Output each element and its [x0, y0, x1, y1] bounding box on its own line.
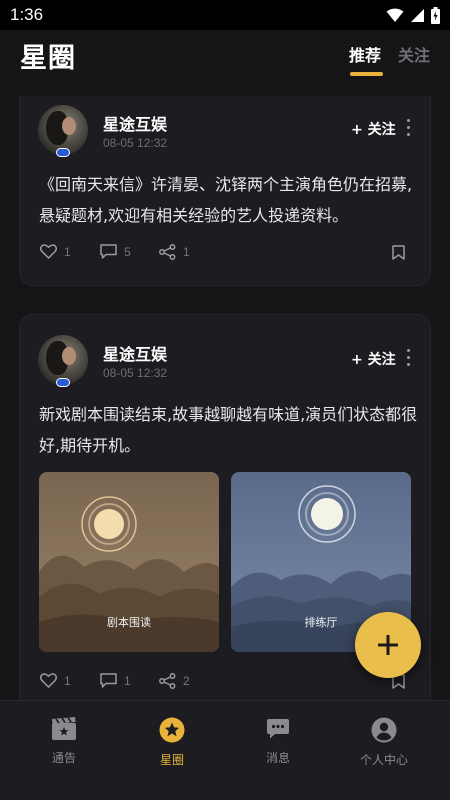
- comment-button[interactable]: 1: [100, 673, 131, 688]
- bookmark-icon[interactable]: [392, 245, 405, 260]
- post-time: 08-05 12:32: [103, 136, 168, 150]
- more-options-icon[interactable]: [405, 119, 411, 137]
- more-options-icon[interactable]: [405, 349, 411, 367]
- author-name[interactable]: 星途互娱: [103, 111, 167, 135]
- nav-item-profile[interactable]: 个人中心: [339, 717, 429, 768]
- post-text: 新戏剧本围读结束,故事越聊越有味道,演员们状态都很好,期待开机。: [39, 405, 418, 455]
- tab-recommend[interactable]: 推荐: [349, 42, 381, 66]
- heart-icon: [40, 244, 57, 259]
- share-icon: [159, 673, 176, 689]
- post-actions: 1 5 1: [20, 244, 432, 264]
- header: 星圈 推荐 关注: [0, 30, 450, 96]
- share-icon: [159, 244, 176, 260]
- heart-icon: [40, 673, 57, 688]
- chat-bubble-icon: [267, 719, 289, 739]
- create-post-button[interactable]: [355, 612, 421, 678]
- bottom-nav: 通告 星圈 消息 个人中心: [0, 700, 450, 800]
- share-button[interactable]: 1: [159, 244, 190, 260]
- comment-count: 1: [124, 673, 131, 688]
- image-caption: 剧本围读: [107, 616, 151, 629]
- comment-count: 5: [124, 244, 131, 259]
- post-image[interactable]: 剧本围读: [39, 472, 219, 652]
- plus-icon: [378, 635, 398, 655]
- post-time: 08-05 12:32: [103, 366, 168, 380]
- tab-follow[interactable]: 关注: [398, 42, 430, 66]
- battery-icon: [431, 6, 440, 24]
- nav-item-star-circle[interactable]: 星圈: [127, 717, 217, 768]
- status-bar: 1:36: [0, 0, 450, 30]
- page-title: 星圈: [20, 43, 76, 74]
- follow-button[interactable]: + 关注: [351, 349, 396, 369]
- cellular-signal-icon: [411, 8, 424, 22]
- share-count: 2: [183, 674, 190, 688]
- status-icons: [386, 6, 440, 24]
- post-actions: 1 1 2: [20, 673, 432, 693]
- post-text: 《回南天来信》许清晏、沈铎两个主演角色仍在招募,悬疑题材,欢迎有相关经验的艺人投…: [39, 175, 413, 225]
- nav-label: 个人中心: [359, 753, 408, 767]
- share-button[interactable]: 2: [159, 673, 190, 689]
- comment-icon: [100, 244, 117, 259]
- user-circle-icon: [371, 717, 397, 743]
- wifi-icon: [386, 8, 404, 22]
- verified-badge-icon: [56, 148, 70, 157]
- active-tab-indicator: [350, 72, 383, 76]
- clapperboard-icon: [52, 717, 76, 740]
- like-count: 1: [64, 244, 71, 259]
- nav-label: 星圈: [159, 753, 184, 767]
- verified-badge-icon: [56, 378, 70, 387]
- nav-label: 通告: [51, 751, 76, 765]
- follow-button[interactable]: + 关注: [351, 119, 396, 139]
- like-count: 1: [64, 673, 71, 688]
- feed[interactable]: 星途互娱 08-05 12:32 + 关注 《回南天来信》许清晏、沈铎两个主演角…: [0, 96, 450, 700]
- nav-label: 消息: [265, 751, 290, 765]
- status-time: 1:36: [10, 5, 44, 24]
- like-button[interactable]: 1: [40, 673, 71, 688]
- like-button[interactable]: 1: [40, 244, 71, 259]
- star-circle-icon: [159, 717, 185, 743]
- comment-icon: [100, 673, 117, 688]
- author-name[interactable]: 星途互娱: [103, 341, 167, 365]
- nav-item-announcements[interactable]: 通告: [19, 717, 109, 766]
- post-card[interactable]: 星途互娱 08-05 12:32 + 关注 《回南天来信》许清晏、沈铎两个主演角…: [19, 96, 431, 286]
- comment-button[interactable]: 5: [100, 244, 131, 259]
- nav-item-messages[interactable]: 消息: [233, 717, 323, 766]
- share-count: 1: [183, 245, 190, 259]
